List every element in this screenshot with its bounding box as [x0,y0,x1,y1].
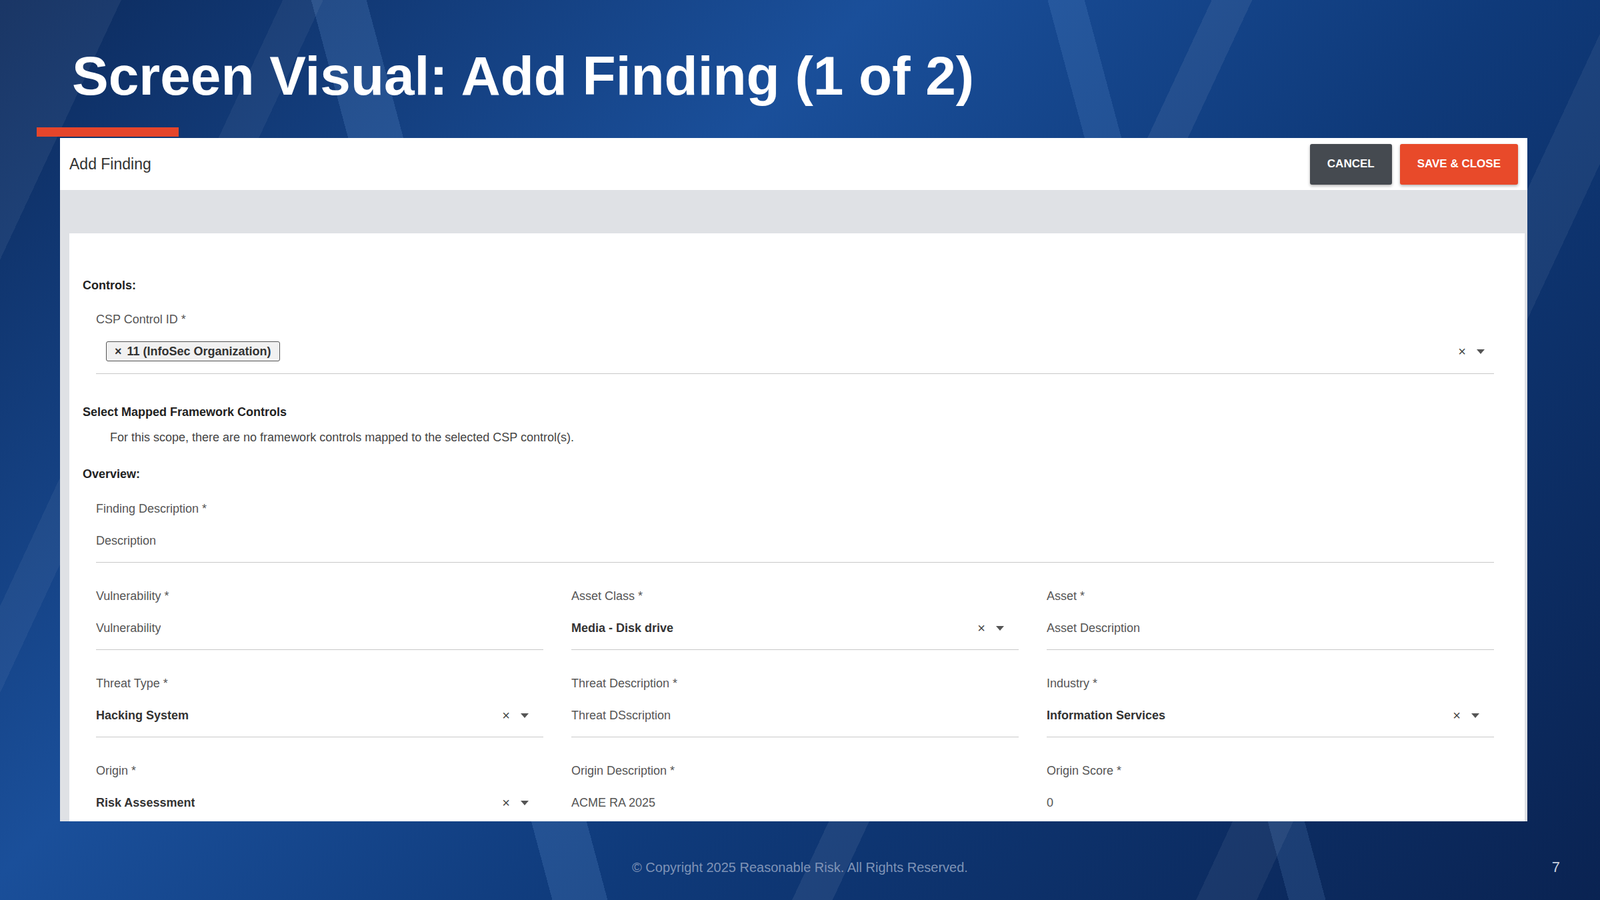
select-tools: × [502,794,544,811]
form-field: Industry * Information Services × [1046,675,1494,738]
field-label: CSP Control ID * [96,311,1494,328]
chip-label: 11 (InfoSec Organization) [127,344,272,359]
field-value: Hacking System [96,707,189,724]
field-input[interactable]: Media - Disk drive × [571,620,1019,650]
controls-heading: Controls: [82,277,1494,294]
overview-grid: Vulnerability * Vulnerability Asset Class … [96,588,1494,822]
dialog-title: Add Finding [69,155,152,174]
field-input[interactable]: Description [96,532,1494,563]
mapped-heading: Select Mapped Framework Controls [82,404,1494,420]
field-label: Vulnerability * [96,588,544,604]
csp-control-select[interactable]: × 11 (InfoSec Organization) × [96,327,1494,374]
overview-heading: Overview: [82,466,1494,482]
slide-title: Screen Visual: Add Finding (1 of 2) [72,44,1600,108]
field-label: Origin Description * [571,762,1019,779]
select-tools: × [502,707,544,724]
select-tools: × [977,620,1019,636]
button-group: CANCELSAVE & CLOSE [1310,144,1518,185]
form-field: Asset * Asset Description [1046,588,1494,650]
chip-remove-icon[interactable]: × [114,344,122,359]
form-field: Vulnerability * Vulnerability [96,588,544,650]
dropdown-caret-icon[interactable] [996,626,1004,631]
clear-icon[interactable]: × [502,707,510,724]
page-number: 7 [1552,858,1560,876]
field-value: Asset Description [1046,620,1140,636]
form-body: Controls: CSP Control ID * × 11 (InfoSec Or… [69,233,1525,822]
field-input[interactable]: 0 [1046,794,1494,822]
field-label: Asset * [1046,588,1494,604]
field-input[interactable]: Information Services × [1046,707,1494,738]
save-close-button[interactable]: SAVE & CLOSE [1400,144,1518,185]
field-label: Finding Description * [96,500,1494,517]
clear-icon[interactable]: × [1458,343,1466,360]
accent-bar [36,127,179,137]
toolbar-band [60,190,1528,234]
field-input[interactable]: Risk Assessment × [96,794,544,822]
form-field: Origin Score * 0 [1046,762,1494,822]
field-input[interactable]: Asset Description [1046,620,1494,650]
field-label: Threat Type * [96,675,544,692]
field-value: Vulnerability [96,620,161,636]
field-value: 0 [1046,794,1054,811]
dialog-header: Add Finding CANCELSAVE & CLOSE [60,138,1528,190]
field-value: Risk Assessment [96,794,195,811]
overview-grid-wrap: Vulnerability * Vulnerability Asset Class … [82,562,1494,822]
form-field: Threat Description * Threat DSscription [571,675,1019,738]
cancel-button[interactable]: CANCEL [1310,144,1392,185]
field-label: Origin * [96,762,544,779]
field-label: Asset Class * [571,588,1019,604]
dropdown-caret-icon[interactable] [1476,349,1485,354]
field-value: Information Services [1046,707,1166,724]
clear-icon[interactable]: × [502,794,510,811]
mapped-message: For this scope, there are no framework c… [110,429,1494,446]
field-value: ACME RA 2025 [571,794,656,811]
field-value: Description [96,532,156,549]
form-field: Asset Class * Media - Disk drive × [571,588,1019,650]
field-input[interactable]: ACME RA 2025 [571,794,1019,822]
field-input[interactable]: Threat DSscription [571,707,1019,738]
slide-footer: © Copyright 2025 Reasonable Risk. All Ri… [0,858,1600,900]
clear-icon[interactable]: × [977,620,986,636]
field-label: Origin Score * [1046,762,1494,779]
dropdown-caret-icon[interactable] [1471,713,1480,718]
field-value: Media - Disk drive [571,620,674,636]
copyright-text: © Copyright 2025 Reasonable Risk. All Ri… [632,860,968,876]
dropdown-caret-icon[interactable] [520,713,529,718]
field-label: Industry * [1046,675,1494,692]
csp-control-field: CSP Control ID * × 11 (InfoSec Organizatio… [82,311,1494,374]
field-value: Threat DSscription [571,707,671,724]
finding-description-field: Finding Description * Description [96,500,1494,563]
field-input[interactable]: Hacking System × [96,707,544,738]
select-tools: × [1458,343,1494,360]
form-field: Origin * Risk Assessment × [96,762,544,822]
control-chip[interactable]: × 11 (InfoSec Organization) [106,341,280,362]
select-tools: × [1452,707,1494,724]
field-input[interactable]: Vulnerability [96,620,544,650]
add-finding-dialog: Add Finding CANCELSAVE & CLOSE Controls: CS… [60,138,1528,822]
form-field: Threat Type * Hacking System × [96,675,544,738]
clear-icon[interactable]: × [1452,707,1461,724]
form-field: Origin Description * ACME RA 2025 [571,762,1019,822]
field-label: Threat Description * [571,675,1019,692]
dropdown-caret-icon[interactable] [520,800,529,806]
description-wrap: Finding Description * Description [82,500,1494,563]
